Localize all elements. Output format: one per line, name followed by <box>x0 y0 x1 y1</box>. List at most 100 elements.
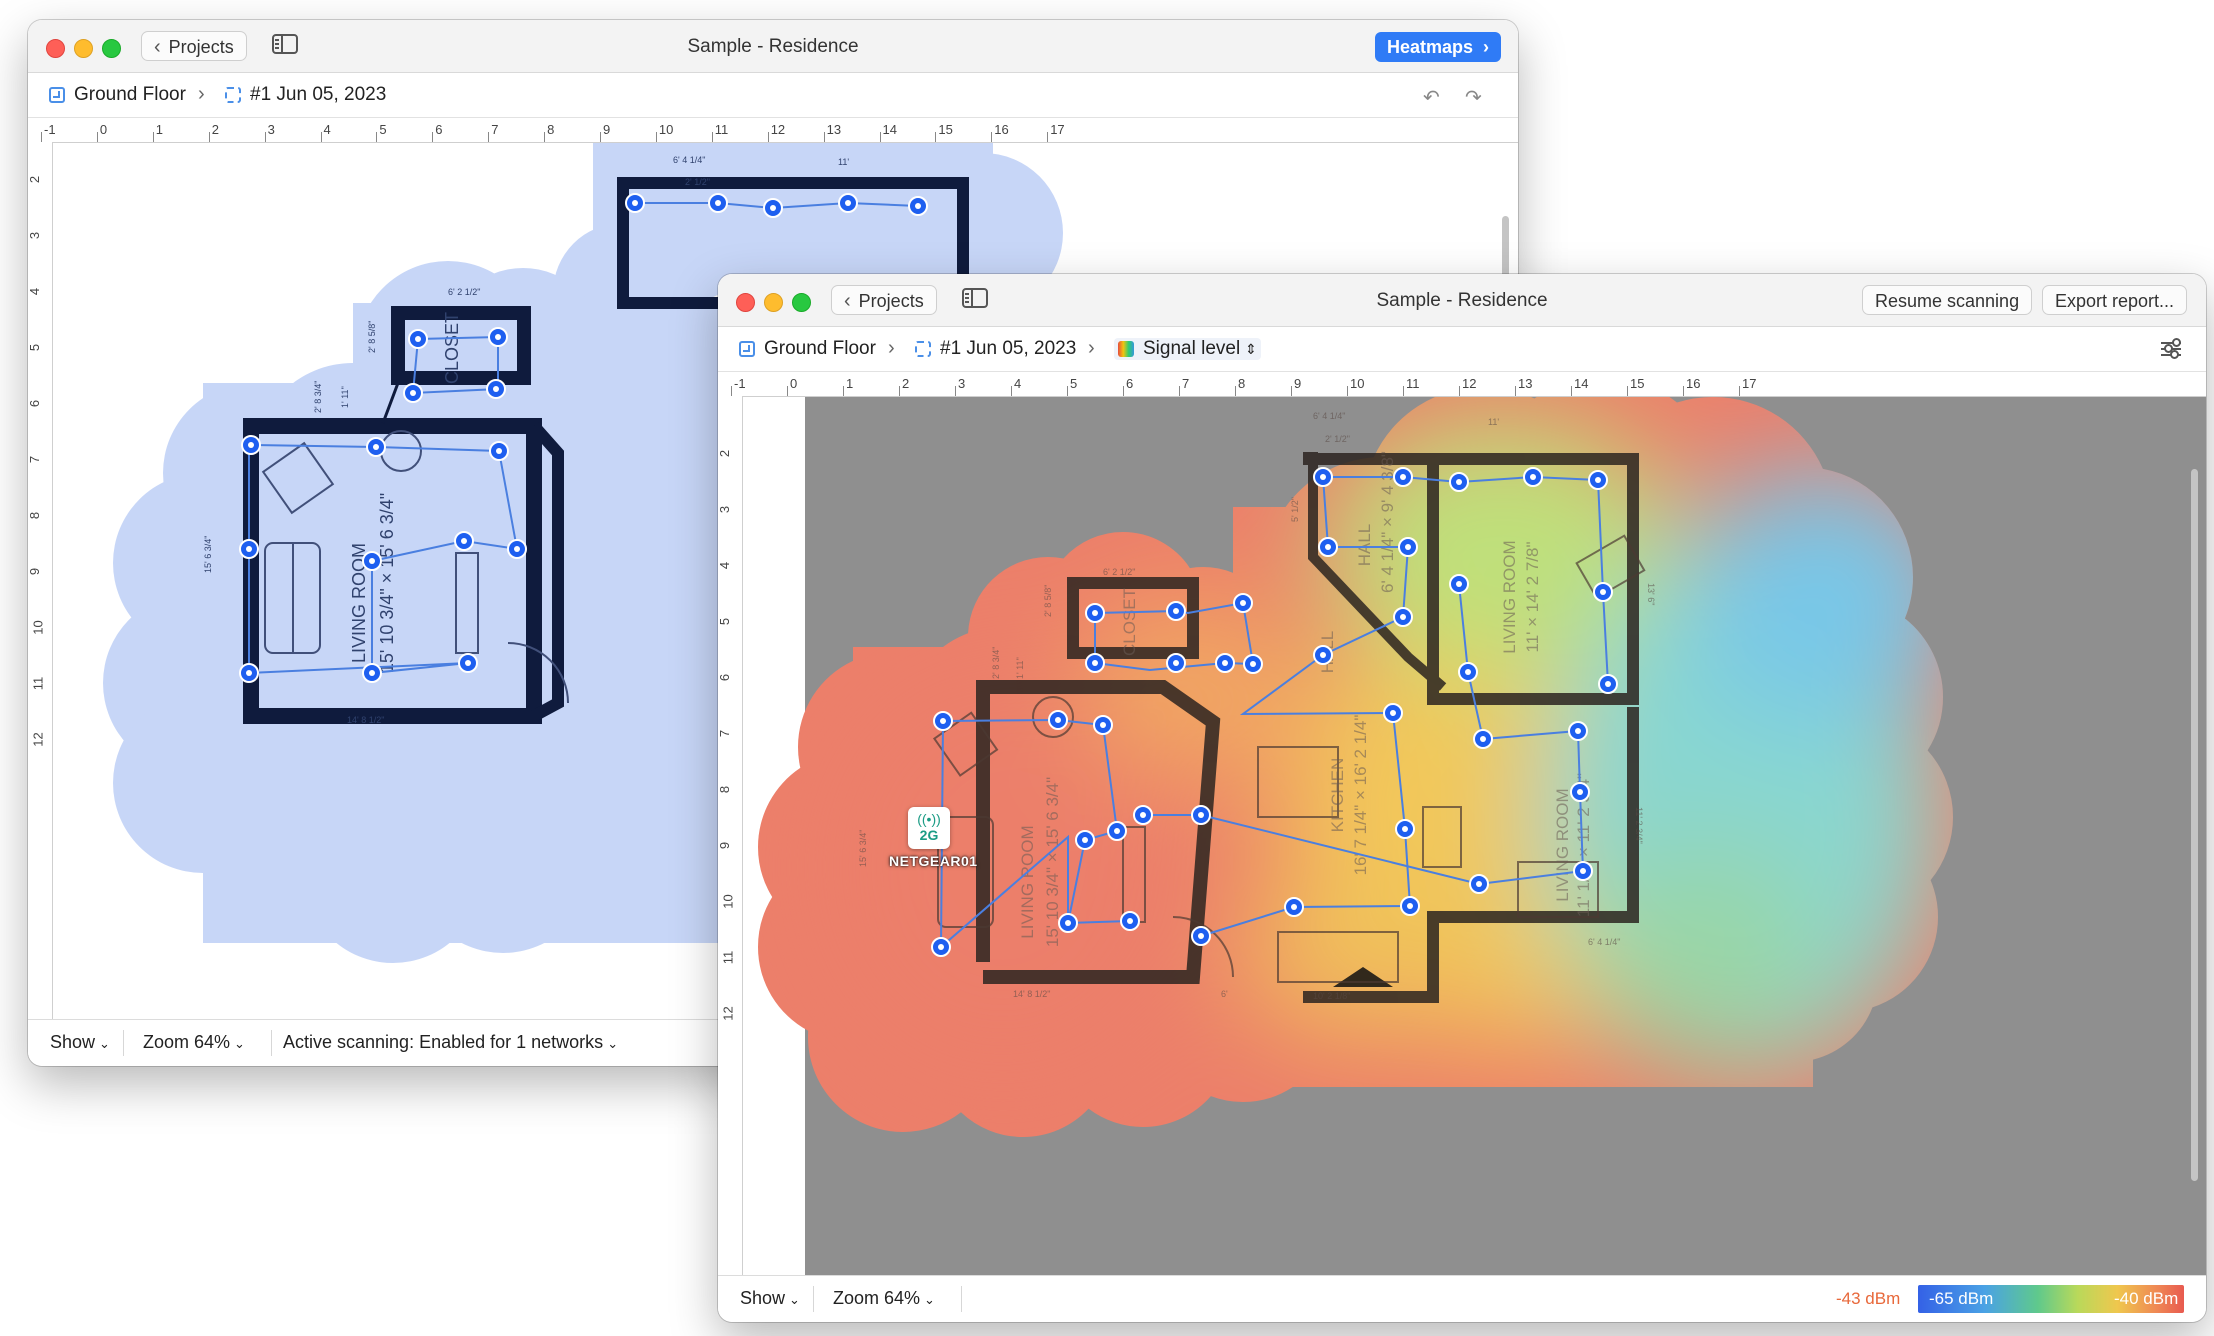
ruler-tick <box>731 386 732 396</box>
scan-point-center <box>845 200 851 206</box>
heatmaps-button[interactable]: Heatmaps › <box>1375 32 1502 62</box>
minimize-button[interactable] <box>74 39 93 58</box>
resume-scanning-button[interactable]: Resume scanning <box>1862 285 2033 315</box>
scan-point-center <box>1595 477 1601 483</box>
legend-max: -40 dBm <box>2114 1289 2179 1308</box>
ruler-tick-label: 13 <box>1518 376 1533 391</box>
divider <box>271 1030 272 1056</box>
sidebar-toggle-icon[interactable] <box>962 288 988 308</box>
sidebar-toggle-icon[interactable] <box>272 34 298 54</box>
scan-point-center <box>1250 661 1256 667</box>
chevron-down-icon: ⌄ <box>924 1292 935 1307</box>
chevron-down-icon: ⌄ <box>789 1292 800 1307</box>
ruler-tick <box>1459 386 1460 396</box>
ruler-tick-label: 8 <box>1238 376 1246 391</box>
scan-point-center <box>1198 812 1204 818</box>
dim-bottom-mid: 6' <box>1221 989 1228 999</box>
ruler-tick <box>879 132 881 142</box>
ruler-tick-label: 12 <box>1462 376 1477 391</box>
divider <box>961 1286 962 1312</box>
projects-button[interactable]: ‹ Projects <box>831 285 937 315</box>
dim-small-b: 1' 11" <box>1015 657 1025 679</box>
export-report-button[interactable]: Export report... <box>2042 285 2188 315</box>
zoom-button[interactable] <box>792 293 811 312</box>
ruler-tick <box>264 132 266 142</box>
scan-point-center <box>369 558 375 564</box>
ruler-tick-label: 9 <box>28 567 43 576</box>
ruler-tick-label: 0 <box>790 376 798 391</box>
ruler-tick-label: 5 <box>718 617 733 626</box>
scan-point-center <box>1580 868 1586 874</box>
ruler-tick-label: 7 <box>28 455 43 464</box>
ruler-tick <box>1235 386 1236 396</box>
scan-point-center <box>1198 933 1204 939</box>
scan-point-center <box>1402 826 1408 832</box>
front-window: ‹ Projects Sample - Residence Resume scan… <box>718 274 2206 1322</box>
projects-label: Projects <box>858 291 924 311</box>
view-selector[interactable]: Signal level ⇕ <box>1114 338 1261 360</box>
redo-icon[interactable]: ↷ <box>1465 85 1482 110</box>
ruler-tick-label: 17 <box>1050 122 1065 137</box>
scan-point-center <box>369 670 375 676</box>
projects-button[interactable]: ‹ Projects <box>141 31 247 61</box>
ruler-tick-label: 3 <box>958 376 966 391</box>
ruler-tick-label: 13 <box>826 122 842 137</box>
chevron-left-icon: ‹ <box>154 36 161 58</box>
breadcrumb-floor-label: Ground Floor <box>764 338 876 359</box>
scan-point-center <box>938 944 944 950</box>
access-point-marker[interactable]: ((•)) 2G <box>908 807 950 849</box>
active-scanning-menu[interactable]: Active scanning: Enabled for 1 networks ⌄ <box>283 1032 618 1053</box>
breadcrumb-scan[interactable]: #1 Jun 05, 2023 <box>915 338 1076 360</box>
scan-point-center <box>514 546 520 552</box>
show-menu[interactable]: Show ⌄ <box>740 1288 800 1309</box>
scan-point-center <box>770 205 776 211</box>
ruler-tick-label: 1 <box>155 122 164 137</box>
scan-point-center <box>493 386 499 392</box>
ruler-tick-label: 4 <box>1014 376 1022 391</box>
breadcrumb-scan[interactable]: #1 Jun 05, 2023 <box>225 84 386 106</box>
dim-right-bottom: 6' 4 1/4" <box>1588 937 1620 947</box>
dim-top-closet: 6' 2 1/2" <box>1103 567 1135 577</box>
settings-sliders-icon[interactable] <box>2161 338 2181 359</box>
close-button[interactable] <box>736 293 755 312</box>
undo-icon[interactable]: ↶ <box>1423 85 1440 110</box>
ruler-tick-label: 5 <box>1070 376 1078 391</box>
ruler-tick-label: 9 <box>1294 376 1302 391</box>
scan-point-center <box>1405 544 1411 550</box>
breadcrumb-floor[interactable]: Ground Floor <box>739 338 876 360</box>
close-button[interactable] <box>46 39 65 58</box>
scan-point-center <box>1390 710 1396 716</box>
ruler-tick <box>1179 386 1180 396</box>
chevron-right-icon: › <box>1088 337 1095 359</box>
horizontal-ruler: -1 0 1 2 3 4 5 6 7 8 9 10 11 12 13 14 15 16 17 <box>718 372 2206 397</box>
ruler-tick <box>544 132 546 142</box>
scan-point-center <box>1222 660 1228 666</box>
ruler-tick <box>488 132 490 142</box>
ruler-tick-label: 2 <box>28 175 43 184</box>
current-signal-value: -43 dBm <box>1836 1289 1901 1308</box>
ruler-tick-label: 14 <box>1574 376 1589 391</box>
horizontal-ruler: -1 0 1 2 3 4 5 6 7 8 9 10 11 12 13 14 15 16 17 <box>28 118 1518 143</box>
divider <box>123 1030 124 1056</box>
zoom-menu[interactable]: Zoom 64% ⌄ <box>143 1032 245 1053</box>
ruler-tick <box>711 132 713 142</box>
dim-hall-side: 5' 1/2" <box>1290 497 1300 522</box>
ruler-tick-label: 15 <box>938 122 953 137</box>
zoom-menu[interactable]: Zoom 64% ⌄ <box>833 1288 935 1309</box>
scan-point-center <box>410 390 416 396</box>
scan-point-center <box>496 448 502 454</box>
vertical-scrollbar[interactable] <box>2191 469 2198 1181</box>
breadcrumb-floor[interactable]: Ground Floor <box>49 84 186 106</box>
front-breadcrumb: Ground Floor › #1 Jun 05, 2023 › Signal … <box>718 327 2206 372</box>
heatmap-canvas[interactable]: LIVING ROOM 15' 10 3/4" × 15' 6 3/4" CLO… <box>743 397 2206 1276</box>
back-breadcrumb: Ground Floor › #1 Jun 05, 2023 ↶ ↷ <box>28 73 1518 118</box>
scan-point-center <box>1092 660 1098 666</box>
minimize-button[interactable] <box>764 293 783 312</box>
ruler-tick-label: 8 <box>718 785 733 794</box>
scan-point-center <box>632 200 638 206</box>
scan-point-center <box>1476 881 1482 887</box>
zoom-button[interactable] <box>102 39 121 58</box>
scan-point-center <box>373 444 379 450</box>
ruler-tick-label: 11 <box>714 122 729 137</box>
show-menu[interactable]: Show ⌄ <box>50 1032 110 1053</box>
